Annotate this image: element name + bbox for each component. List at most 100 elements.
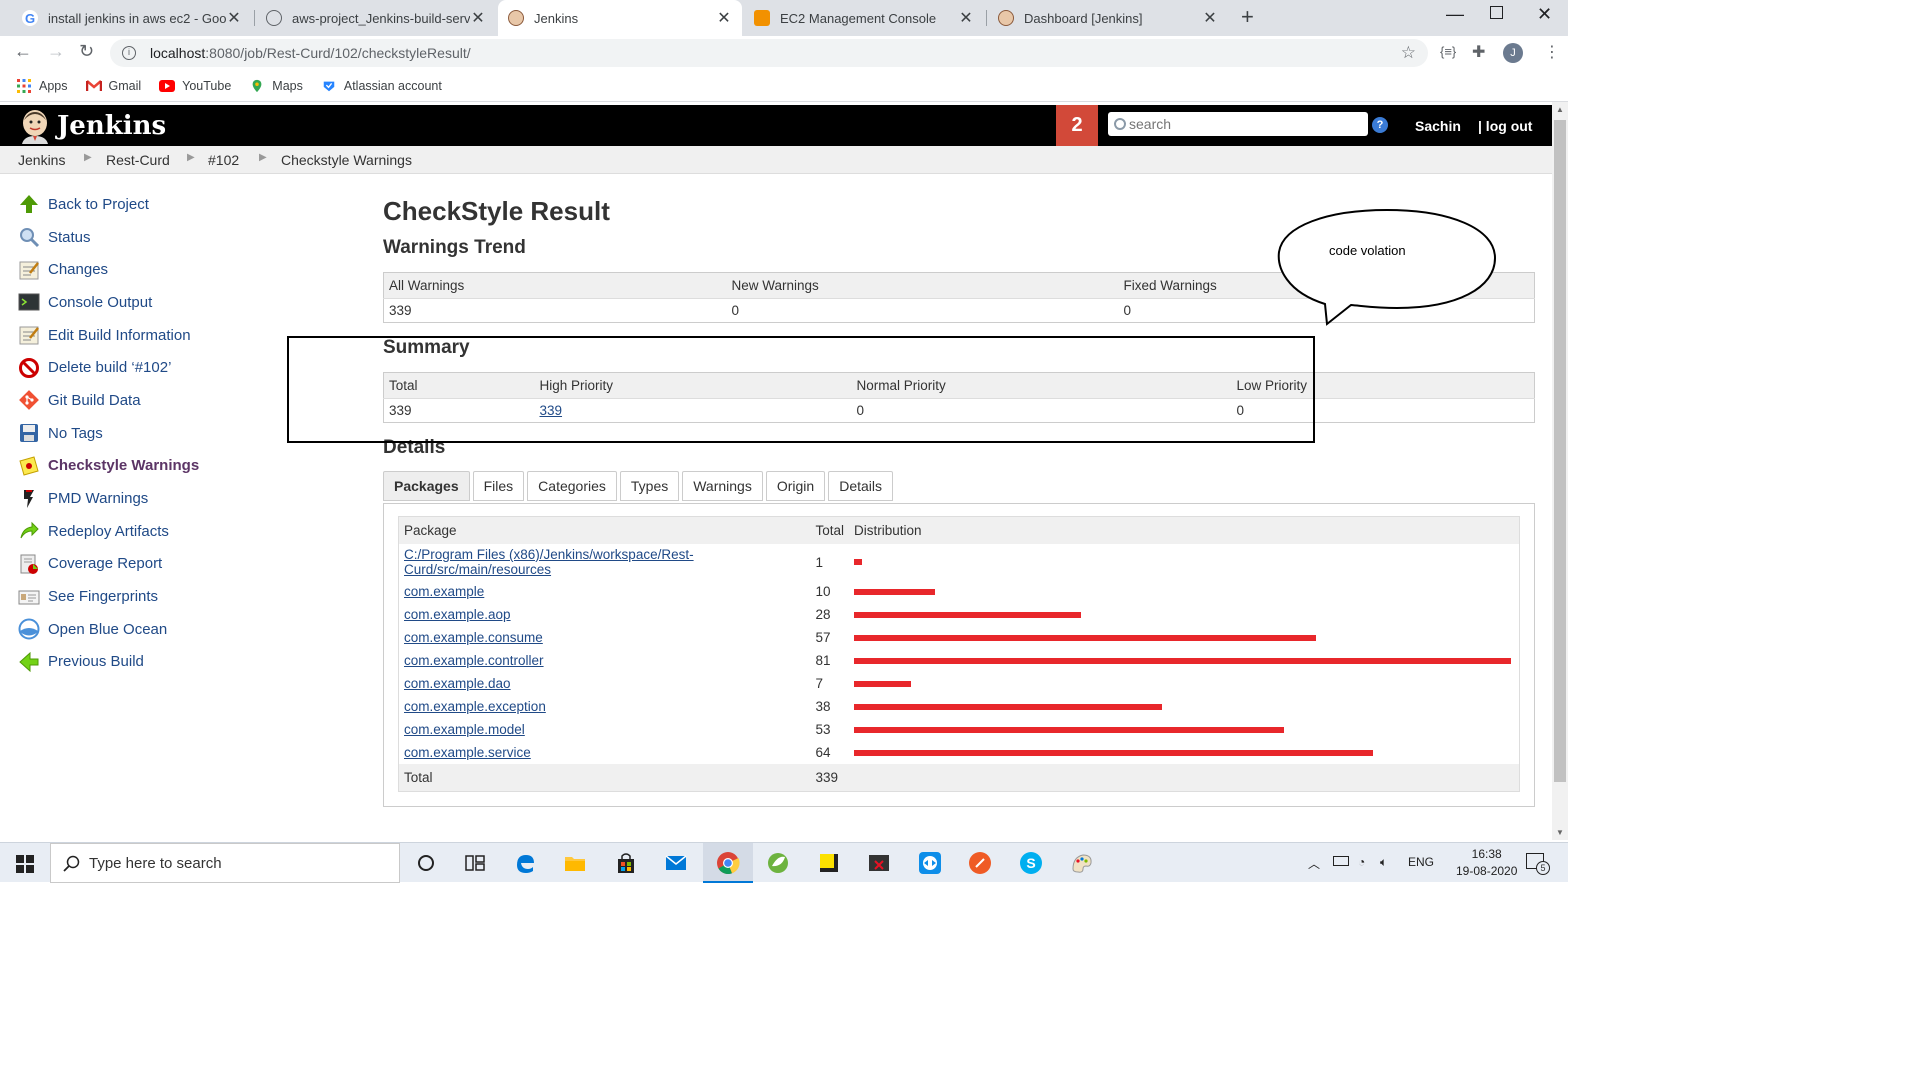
distribution-bar[interactable] [854,726,1285,733]
scrollbar-thumb[interactable] [1554,120,1566,782]
tray-chevron-up-icon[interactable]: ︿ [1308,855,1320,872]
help-icon[interactable]: ? [1372,117,1388,133]
back-arrow-icon[interactable]: ← [14,41,32,62]
sidebar-item-edit-build-info[interactable]: Edit Build Information [18,319,278,352]
distribution-bar[interactable] [854,657,1512,664]
extension-json-icon[interactable]: {≡} [1440,44,1456,59]
notification-count-badge[interactable]: 2 [1056,105,1098,146]
package-link[interactable]: com.example.controller [404,653,544,668]
language-indicator[interactable]: ENG [1408,855,1434,869]
profile-avatar[interactable]: J [1503,43,1523,63]
bookmark-apps[interactable]: Apps [16,78,68,93]
sidebar-item-coverage-report[interactable]: Coverage Report [18,548,278,581]
sidebar-item-see-fingerprints[interactable]: See Fingerprints [18,580,278,613]
jenkins-search-input[interactable] [1129,116,1359,132]
jenkins-brand-title[interactable]: Jenkins [57,111,166,141]
taskbar-search-box[interactable]: Type here to search [50,843,400,883]
package-link[interactable]: C:/Program Files (x86)/Jenkins/workspace… [404,547,694,577]
windows-start-icon[interactable] [16,855,34,873]
scroll-up-icon[interactable]: ▲ [1556,105,1564,114]
close-tab-icon[interactable]: ✕ [958,8,974,28]
chrome-icon[interactable] [716,851,740,875]
new-tab-icon[interactable]: + [1241,4,1254,30]
browser-tab-aws-project[interactable]: aws-project_Jenkins-build-server ✕ [256,0,496,36]
package-link[interactable]: com.example.dao [404,676,511,691]
wifi-icon[interactable]: ◔ [1358,855,1365,869]
browser-tab-jenkins[interactable]: Jenkins ✕ [498,0,742,36]
tab-files[interactable]: Files [472,471,525,501]
close-tab-icon[interactable]: ✕ [1202,8,1218,28]
reload-icon[interactable]: ↻ [79,41,94,62]
bookmark-atlassian[interactable]: Atlassian account [321,79,442,93]
sticky-notes-icon[interactable] [817,851,841,875]
skype-icon[interactable]: S [1019,851,1043,875]
forward-arrow-icon[interactable]: → [47,41,65,62]
breadcrumb-jenkins[interactable]: Jenkins [18,152,65,168]
distribution-bar[interactable] [854,634,1317,641]
sidebar-item-delete-build[interactable]: Delete build ‘#102’ [18,351,278,384]
close-tab-icon[interactable]: ✕ [470,8,486,28]
bookmark-star-icon[interactable]: ☆ [1401,43,1416,63]
sidebar-item-console-output[interactable]: Console Output [18,286,278,319]
package-link[interactable]: com.example.consume [404,630,543,645]
volume-icon[interactable]: 🔈︎ [1380,855,1387,870]
sidebar-item-back-to-project[interactable]: Back to Project [18,188,278,221]
distribution-bar[interactable] [854,703,1163,710]
jenkins-butler-logo-icon[interactable] [18,108,52,144]
teamviewer-icon[interactable] [918,851,942,875]
sidebar-item-changes[interactable]: Changes [18,253,278,286]
breadcrumb-job[interactable]: Rest-Curd [106,152,170,168]
breadcrumb-current[interactable]: Checkstyle Warnings [281,152,412,168]
logout-link[interactable]: | log out [1478,118,1532,134]
url-text[interactable]: localhost:8080/job/Rest-Curd/102/checkst… [150,45,471,61]
tab-origin[interactable]: Origin [765,471,826,501]
package-link[interactable]: com.example.model [404,722,525,737]
bookmark-maps[interactable]: Maps [249,79,303,93]
distribution-bar[interactable] [854,749,1374,756]
snipping-tool-icon[interactable] [867,851,891,875]
breadcrumb-chevron-icon[interactable]: ▶ [84,152,92,163]
distribution-bar[interactable] [854,559,863,565]
window-close-icon[interactable]: ✕ [1537,4,1552,25]
tab-warnings[interactable]: Warnings [682,471,763,501]
package-link[interactable]: com.example.aop [404,607,511,622]
address-bar[interactable]: i localhost:8080/job/Rest-Curd/102/check… [110,39,1428,67]
browser-tab-dashboard-jenkins[interactable]: Dashboard [Jenkins] ✕ [988,0,1228,36]
battery-icon[interactable] [1333,856,1349,866]
taskbar-clock[interactable]: 16:38 19-08-2020 [1456,846,1517,880]
sidebar-item-status[interactable]: Status [18,221,278,254]
edge-browser-icon[interactable] [513,851,537,875]
sidebar-item-no-tags[interactable]: No Tags [18,417,278,450]
close-tab-icon[interactable]: ✕ [716,8,732,28]
tab-packages[interactable]: Packages [383,471,470,501]
store-icon[interactable] [614,851,638,875]
mail-icon[interactable] [664,851,688,875]
browser-tab-ec2[interactable]: EC2 Management Console ✕ [744,0,984,36]
task-view-icon[interactable] [463,851,487,875]
sidebar-item-pmd-warnings[interactable]: PMD Warnings [18,482,278,515]
site-info-icon[interactable]: i [122,46,136,60]
sidebar-item-checkstyle-warnings[interactable]: Checkstyle Warnings [18,450,278,483]
distribution-bar[interactable] [854,611,1082,618]
sidebar-item-git-build-data[interactable]: Git Build Data [18,384,278,417]
spring-tool-suite-icon[interactable] [766,851,790,875]
browser-menu-icon[interactable]: ⋮ [1544,42,1560,62]
package-link[interactable]: com.example.exception [404,699,546,714]
tab-categories[interactable]: Categories [527,471,617,501]
sidebar-item-previous-build[interactable]: Previous Build [18,646,278,679]
minimize-icon[interactable]: — [1446,4,1464,25]
tab-types[interactable]: Types [619,471,680,501]
paint-icon[interactable] [1070,851,1094,875]
close-tab-icon[interactable]: ✕ [226,8,242,28]
sidebar-item-open-blue-ocean[interactable]: Open Blue Ocean [18,613,278,646]
user-name-link[interactable]: Sachin [1415,118,1461,134]
cortana-icon[interactable] [414,851,438,875]
bookmark-gmail[interactable]: Gmail [85,79,141,93]
browser-tab-google[interactable]: G install jenkins in aws ec2 - Googl ✕ [12,0,252,36]
file-explorer-icon[interactable] [563,851,587,875]
distribution-bar[interactable] [854,588,936,595]
page-scrollbar[interactable]: ▲ ▼ [1552,102,1568,840]
sidebar-item-redeploy-artifacts[interactable]: Redeploy Artifacts [18,515,278,548]
distribution-bar[interactable] [854,680,912,687]
jenkins-search-box[interactable] [1108,112,1368,136]
